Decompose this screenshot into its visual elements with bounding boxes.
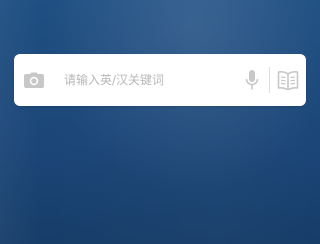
microphone-icon	[245, 69, 259, 91]
background	[0, 0, 320, 244]
search-field[interactable]	[54, 54, 239, 106]
camera-icon	[24, 72, 44, 88]
voice-search-button[interactable]	[239, 54, 265, 106]
book-icon	[277, 70, 299, 90]
dictionary-button[interactable]	[270, 54, 306, 106]
search-bar	[14, 54, 306, 106]
search-input[interactable]	[64, 73, 239, 87]
camera-button[interactable]	[14, 54, 54, 106]
